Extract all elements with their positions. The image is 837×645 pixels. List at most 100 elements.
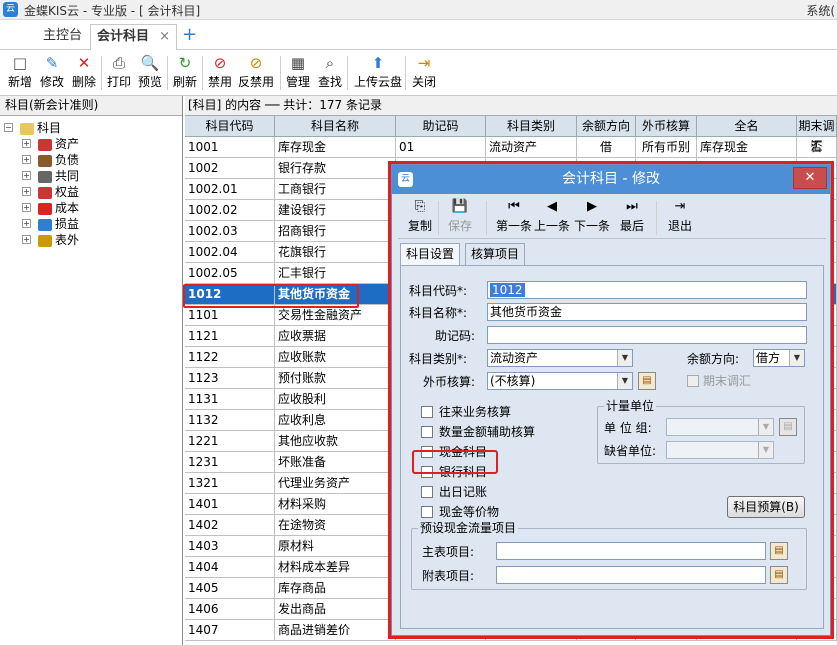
cash-equivalent-checkbox[interactable] (421, 506, 433, 518)
qty-amount-checkbox[interactable] (421, 426, 433, 438)
expand-icon[interactable]: + (22, 187, 31, 196)
column-header[interactable]: 科目代码 (185, 116, 275, 137)
tree-root[interactable]: − 科目 (4, 120, 61, 136)
exit-button[interactable]: ⇥ 退出 (668, 197, 692, 235)
delete-icon: ✕ (77, 54, 91, 72)
account-settings-panel: 科目代码*: 1012 科目名称*: 其他货币资金 助记码: 科目类别*: 流动… (400, 265, 824, 629)
last-button[interactable]: ⏭ 最后 (620, 197, 644, 235)
refresh-button-label: 刷新 (173, 75, 198, 89)
new-button[interactable]: □ 新增 (8, 53, 32, 93)
table-cell: 库存商品 (275, 578, 396, 599)
last-button-label: 最后 (620, 219, 645, 233)
expand-icon[interactable]: + (22, 235, 31, 244)
tree-root-label: 科目 (37, 121, 62, 135)
table-cell: 原材料 (275, 536, 396, 557)
undisable-button[interactable]: ⊘ 反禁用 (238, 53, 274, 93)
table-cell: 1122 (185, 347, 275, 368)
expand-icon[interactable]: + (22, 219, 31, 228)
tree-item[interactable]: + 资产 (22, 136, 79, 152)
disable-button[interactable]: ⊘ 禁用 (208, 53, 232, 93)
tree-item[interactable]: + 共同 (22, 168, 79, 184)
currency-browse-icon[interactable]: ▤ (638, 372, 656, 390)
column-header[interactable]: 助记码 (396, 116, 486, 137)
column-header[interactable]: 余额方向 (577, 116, 636, 137)
next-button[interactable]: ▶ 下一条 (574, 197, 610, 235)
delete-button[interactable]: ✕ 删除 (72, 53, 96, 93)
expand-icon[interactable]: + (22, 171, 31, 180)
main-item-input[interactable] (496, 542, 766, 560)
preview-icon: 🔍 (140, 54, 160, 72)
column-header[interactable]: 期末调汇 (797, 116, 837, 153)
edit-button[interactable]: ✎ 修改 (40, 53, 64, 93)
tree-item[interactable]: + 权益 (22, 184, 79, 200)
toolbar-separator (101, 56, 102, 90)
category-select[interactable]: 流动资产 ▼ (487, 349, 633, 367)
tab-home[interactable]: 主控台 (37, 24, 88, 50)
direction-select[interactable]: 借方 ▼ (753, 349, 805, 367)
table-cell: 1002.03 (185, 221, 275, 242)
close-button[interactable]: ⇥ 关闭 (412, 53, 436, 93)
column-header[interactable]: 科目名称 (275, 116, 396, 137)
prev-icon: ◀ (547, 199, 557, 214)
add-tab-icon[interactable]: + (176, 24, 203, 50)
tree-item[interactable]: + 负债 (22, 152, 79, 168)
budget-button[interactable]: 科目预算(B) (727, 496, 805, 518)
unit-group-select[interactable]: ▼ (666, 418, 774, 436)
period-adjust-checkbox[interactable] (687, 375, 699, 387)
first-button-label: 第一条 (496, 219, 533, 233)
manage-icon: ▦ (290, 54, 306, 72)
tree-item[interactable]: + 表外 (22, 232, 79, 248)
expand-icon[interactable]: + (22, 155, 31, 164)
list-header: [科目] 的内容 ── 共计：177 条记录 (185, 96, 837, 116)
refresh-button[interactable]: ↻ 刷新 (173, 53, 197, 93)
next-button-label: 下一条 (574, 219, 611, 233)
table-cell: 招商银行 (275, 221, 396, 242)
table-cell: 其他应收款 (275, 431, 396, 452)
code-input[interactable]: 1012 (487, 281, 807, 299)
table-cell: 汇丰银行 (275, 263, 396, 284)
close-tab-icon[interactable]: × (159, 25, 170, 49)
preview-button[interactable]: 🔍 预览 (138, 53, 162, 93)
sub-item-input[interactable] (496, 566, 766, 584)
new-button-label: 新增 (8, 75, 33, 89)
column-header[interactable]: 外币核算 (636, 116, 697, 137)
journal-checkbox[interactable] (421, 486, 433, 498)
upload-cloud-button[interactable]: ⬆ 上传云盘 (354, 53, 402, 93)
default-unit-select[interactable]: ▼ (666, 441, 774, 459)
unit-group-browse-icon[interactable]: ▤ (779, 418, 797, 436)
expand-icon[interactable]: + (22, 203, 31, 212)
system-menu[interactable]: 系统( (806, 2, 835, 19)
save-button[interactable]: 💾 保存 (448, 197, 472, 235)
collapse-icon[interactable]: − (4, 123, 13, 132)
copy-button[interactable]: ⎘ 复制 (408, 197, 432, 235)
edit-button-label: 修改 (40, 75, 65, 89)
mnemonic-input[interactable] (487, 326, 807, 344)
tab-accounts[interactable]: 会计科目 × (90, 24, 177, 50)
sub-item-browse-icon[interactable]: ▤ (770, 566, 788, 584)
prev-button[interactable]: ◀ 上一条 (534, 197, 570, 235)
ar-ap-checkbox[interactable] (421, 406, 433, 418)
expand-icon[interactable]: + (22, 139, 31, 148)
tab-account-settings[interactable]: 科目设置 (400, 243, 461, 265)
column-header[interactable]: 科目类别 (486, 116, 577, 137)
manage-button[interactable]: ▦ 管理 (286, 53, 310, 93)
account-tree: − 科目 + 资产 + 负债 + 共同 + 权益 + 成本 + 损益 + 表外 (0, 116, 182, 636)
highlight-box-row (183, 284, 359, 308)
find-icon: ⌕ (325, 54, 335, 72)
dialog-close-button[interactable]: ✕ (793, 167, 827, 189)
tree-item[interactable]: + 损益 (22, 216, 79, 232)
first-button[interactable]: ⏮ 第一条 (496, 197, 532, 235)
print-button[interactable]: ⎙ 打印 (107, 53, 131, 93)
column-header[interactable]: 全名 (697, 116, 797, 137)
currency-select[interactable]: (不核算) ▼ (487, 372, 633, 390)
find-button[interactable]: ⌕ 查找 (318, 53, 342, 93)
tree-item[interactable]: + 成本 (22, 200, 79, 216)
toolbar-separator (438, 201, 439, 235)
cashflow-group-title: 预设现金流量项目 (418, 520, 519, 536)
dialog-logo-icon: 云 (398, 172, 413, 187)
refresh-icon: ↻ (178, 54, 192, 72)
tab-accounting-items[interactable]: 核算项目 (465, 243, 526, 265)
name-input[interactable]: 其他货币资金 (487, 303, 807, 321)
main-item-browse-icon[interactable]: ▤ (770, 542, 788, 560)
table-cell: 借 (577, 137, 636, 158)
